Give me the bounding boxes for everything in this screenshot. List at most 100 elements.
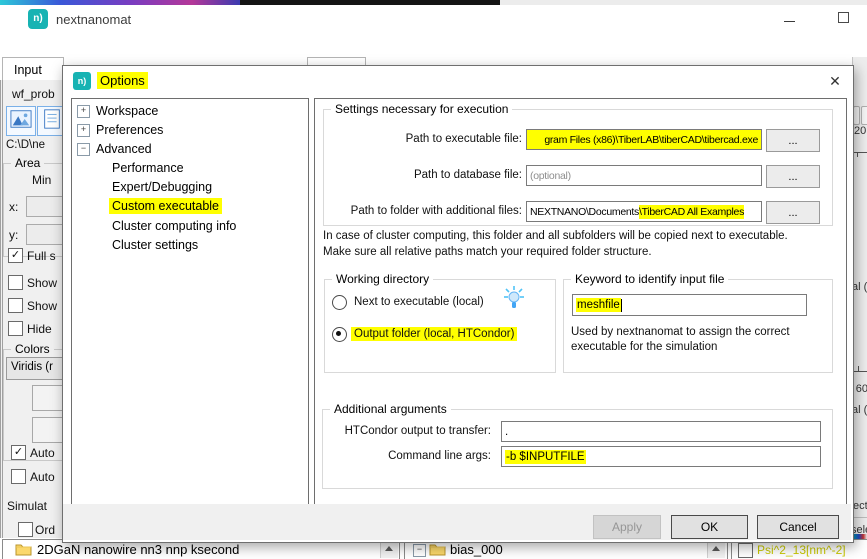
db-path-input[interactable]: (optional) [526, 165, 762, 186]
browse-exe-button[interactable]: ... [766, 129, 820, 152]
image-icon [10, 108, 32, 135]
keyword-group-label: Keyword to identify input file [571, 272, 728, 286]
show-checkbox-2[interactable] [8, 298, 23, 313]
show-checkbox-1[interactable] [8, 275, 23, 290]
cmdline-args-value: -b $INPUTFILE [505, 450, 586, 464]
cmdline-args-label: Command line args: [323, 450, 491, 462]
options-content-panel: Settings necessary for execution Path to… [314, 98, 847, 505]
maximize-icon[interactable] [838, 12, 849, 23]
full-size-label: Full s [27, 249, 56, 263]
full-size-checkbox[interactable]: ✓ [8, 248, 23, 263]
output-folder-item[interactable]: bias_000 [450, 542, 503, 557]
tree-item-preferences[interactable]: Preferences [96, 123, 163, 137]
db-path-placeholder: (optional) [530, 170, 571, 182]
file-path-label: C:\D\ne [6, 139, 45, 151]
keyword-hint-line1: Used by nextnanomat to assign the correc… [571, 326, 790, 338]
additional-arguments-group-label: Additional arguments [330, 402, 451, 416]
subtab-wf-prob[interactable]: wf_prob [12, 87, 55, 101]
tree-item-cluster-settings[interactable]: Cluster settings [112, 238, 198, 252]
collapse-icon[interactable]: − [413, 544, 426, 557]
cluster-note-line1: In case of cluster computing, this folde… [323, 230, 788, 242]
dialog-title: Options [97, 72, 148, 89]
auto-checkbox-1[interactable]: ✓ [11, 445, 26, 460]
scroll-up-arrow[interactable] [712, 546, 720, 551]
minimize-icon[interactable] [784, 21, 795, 22]
ok-button[interactable]: OK [671, 515, 748, 539]
background-divider-fragment [852, 517, 867, 518]
auto-label-1: Auto [30, 446, 55, 460]
next-to-executable-label[interactable]: Next to executable (local) [354, 296, 484, 308]
background-axis-label-fragment: al ( [852, 281, 867, 293]
app-logo-icon: n) [28, 9, 48, 29]
close-icon[interactable]: ✕ [823, 70, 847, 92]
scroll-up-arrow[interactable] [385, 546, 393, 551]
background-toolbar-button-fragment [861, 106, 867, 125]
hide-checkbox[interactable] [8, 321, 23, 336]
x-label: x: [9, 200, 18, 214]
cancel-button[interactable]: Cancel [757, 515, 839, 539]
area-group-label: Area [11, 156, 44, 170]
apply-button[interactable]: Apply [593, 515, 661, 539]
screen: /20 al ( ) 60 al ( ect sele n) nextnanom… [0, 0, 867, 559]
collapse-icon[interactable]: − [77, 143, 90, 156]
input-file-item[interactable]: 2DGaN nanowire nn3 nnp ksecond [37, 542, 239, 557]
htcondor-output-value: . [505, 426, 508, 438]
options-dialog: n) Options ✕ + Workspace + Preferences −… [62, 65, 854, 543]
options-tree-panel: + Workspace + Preferences − Advanced Per… [71, 98, 309, 505]
tree-item-cluster-computing-info[interactable]: Cluster computing info [112, 219, 236, 233]
settings-group-label: Settings necessary for execution [331, 102, 512, 116]
palette-dropdown-value: Viridis (r [11, 361, 53, 373]
folder-path-highlight: \TiberCAD All Examples [639, 205, 744, 219]
output-folder-radio[interactable] [332, 327, 347, 342]
menubar: File Edit Run View Tools Help [0, 33, 867, 57]
background-axis-line-fragment [852, 152, 867, 153]
cmdline-args-input[interactable]: -b $INPUTFILE [501, 446, 821, 467]
keyword-hint-line2: executable for the simulation [571, 341, 717, 353]
tree-item-advanced[interactable]: Advanced [96, 142, 152, 156]
folder-path-prefix: NEXTNANO\Documents [530, 206, 639, 218]
palette-dropdown[interactable]: Viridis (r [6, 357, 66, 380]
tab-input-label: Input [14, 63, 42, 77]
browse-folder-button[interactable]: ... [766, 201, 820, 224]
keyword-value: meshfile [576, 298, 621, 312]
folder-icon [429, 543, 446, 559]
browse-db-button[interactable]: ... [766, 165, 820, 188]
dialog-logo-icon: n) [73, 72, 91, 90]
next-to-executable-radio[interactable] [332, 295, 347, 310]
expand-icon[interactable]: + [77, 124, 90, 137]
order-checkbox[interactable] [18, 522, 33, 537]
tree-item-workspace[interactable]: Workspace [96, 104, 158, 118]
lightbulb-icon [502, 285, 526, 316]
tree-item-expert-debugging[interactable]: Expert/Debugging [112, 180, 212, 194]
show-label-2: Show [27, 299, 57, 313]
series-item[interactable]: Psi^2_13[nm^-2] [757, 543, 846, 557]
min-column-label: Min [32, 173, 51, 187]
plot-image-button[interactable] [6, 106, 36, 136]
keyword-input[interactable]: meshfile [572, 294, 807, 316]
tree-item-performance[interactable]: Performance [112, 161, 184, 175]
background-axis-label-fragment: al ( [852, 404, 867, 416]
auto-checkbox-2[interactable] [11, 469, 26, 484]
expand-icon[interactable]: + [77, 105, 90, 118]
background-axis-line-fragment [852, 371, 867, 372]
order-label: Ord [35, 523, 55, 537]
background-toolbar-button-fragment [853, 106, 860, 125]
document-icon [41, 108, 63, 135]
htcondor-output-input[interactable]: . [501, 421, 821, 442]
db-path-label: Path to database file: [317, 169, 522, 181]
tree-item-custom-executable[interactable]: Custom executable [109, 198, 222, 214]
folder-path-input[interactable]: NEXTNANO\Documents\TiberCAD All Examples [526, 201, 762, 222]
tab-input[interactable]: Input [2, 57, 64, 81]
exe-path-value: gram Files (x86)\TiberLAB\tiberCAD\tiber… [544, 134, 758, 146]
background-axis-tick-fragment [858, 366, 859, 371]
htcondor-output-label: HTCondor output to transfer: [323, 425, 491, 437]
series-checkbox[interactable] [738, 543, 753, 558]
dialog-titlebar: n) Options ✕ [63, 66, 851, 96]
exe-path-input[interactable]: gram Files (x86)\TiberLAB\tiberCAD\tiber… [526, 129, 762, 150]
text-cursor [621, 299, 622, 312]
folder-path-label: Path to folder with additional files: [317, 205, 522, 217]
cluster-note-line2: Make sure all relative paths match your … [323, 246, 652, 258]
output-folder-label[interactable]: Output folder (local, HTCondor) [351, 327, 517, 341]
exe-path-label: Path to executable file: [317, 133, 522, 145]
auto-label-2: Auto [30, 470, 55, 484]
